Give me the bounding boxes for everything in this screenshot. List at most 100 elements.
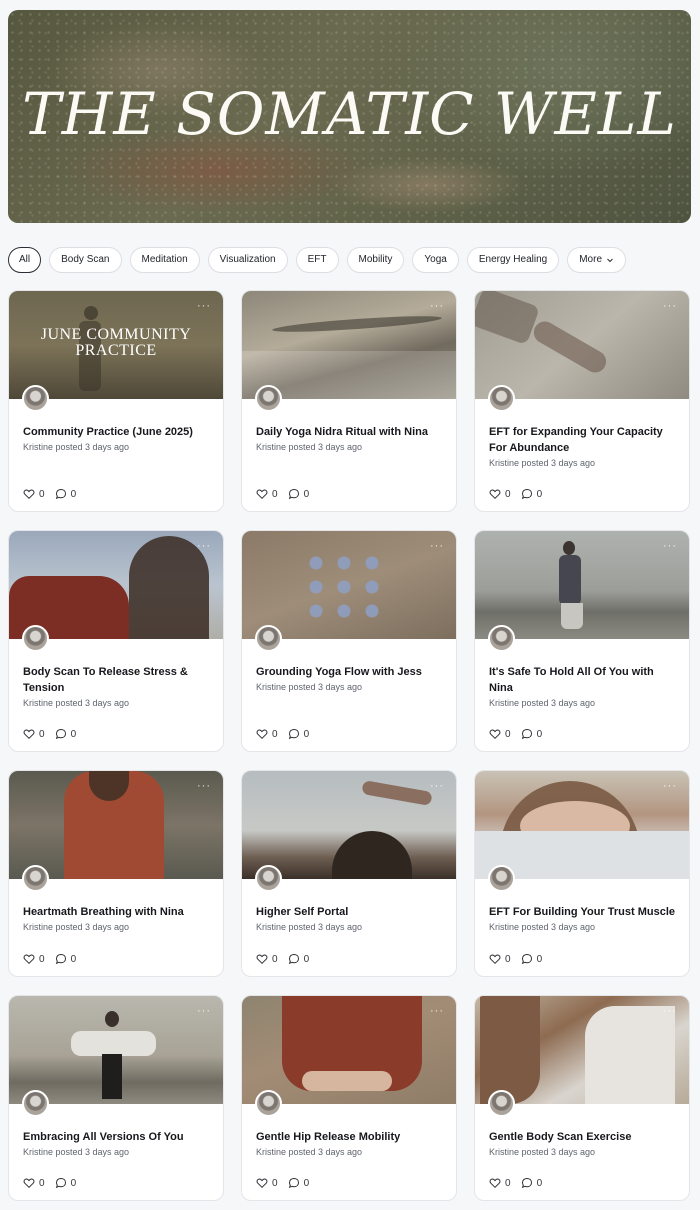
avatar[interactable] <box>488 625 515 652</box>
post-title[interactable]: Daily Yoga Nidra Ritual with Nina <box>256 424 444 440</box>
post-title[interactable]: It's Safe To Hold All Of You with Nina <box>489 664 677 696</box>
comment-button[interactable]: 0 <box>288 1177 309 1189</box>
post-thumbnail[interactable]: ··· <box>475 996 689 1104</box>
more-dots-icon[interactable]: ··· <box>663 541 677 552</box>
avatar[interactable] <box>22 1090 49 1117</box>
comment-button[interactable]: 0 <box>288 728 309 740</box>
like-button[interactable]: 0 <box>256 953 278 965</box>
comment-button[interactable]: 0 <box>288 953 309 965</box>
post-title[interactable]: Community Practice (June 2025) <box>23 424 211 440</box>
avatar[interactable] <box>255 865 282 892</box>
like-button[interactable]: 0 <box>256 1177 278 1189</box>
post-meta: Kristine posted 3 days ago <box>489 922 596 932</box>
avatar[interactable] <box>255 385 282 412</box>
post-thumbnail[interactable]: ··· <box>242 771 456 879</box>
post-title[interactable]: Gentle Hip Release Mobility <box>256 1129 444 1145</box>
like-button[interactable]: 0 <box>23 488 45 500</box>
post-title[interactable]: Gentle Body Scan Exercise <box>489 1129 677 1145</box>
like-button[interactable]: 0 <box>489 488 511 500</box>
post-thumbnail[interactable]: ··· <box>475 291 689 399</box>
comment-bubble-icon <box>55 488 67 500</box>
comment-button[interactable]: 0 <box>55 953 76 965</box>
heart-icon <box>256 953 268 965</box>
filter-chip-mobility[interactable]: Mobility <box>346 247 405 273</box>
more-dots-icon[interactable]: ··· <box>197 541 211 552</box>
post-thumbnail[interactable]: JUNE COMMUNITY PRACTICE ··· <box>9 291 223 399</box>
post-card[interactable]: ··· Gentle Hip Release Mobility Kristine p… <box>241 995 457 1201</box>
filter-chip-meditation[interactable]: Meditation <box>129 247 200 273</box>
post-thumbnail[interactable]: ··· <box>475 771 689 879</box>
post-thumbnail[interactable]: ··· <box>475 531 689 639</box>
post-title[interactable]: EFT for Expanding Your Capacity For Abun… <box>489 424 677 456</box>
post-title[interactable]: Embracing All Versions Of You <box>23 1129 211 1145</box>
post-card[interactable]: JUNE COMMUNITY PRACTICE ··· Community Prac… <box>8 290 224 512</box>
more-dots-icon[interactable]: ··· <box>430 781 444 792</box>
post-card[interactable]: ··· It's Safe To Hold All Of You with Nin… <box>474 530 690 752</box>
more-dots-icon[interactable]: ··· <box>197 781 211 792</box>
post-title[interactable]: EFT For Building Your Trust Muscle <box>489 904 677 920</box>
post-thumbnail[interactable]: ··· <box>242 291 456 399</box>
like-button[interactable]: 0 <box>489 953 511 965</box>
post-card[interactable]: ··· Grounding Yoga Flow with Jess Kristine… <box>241 530 457 752</box>
post-card[interactable]: ··· Embracing All Versions Of You Kristine… <box>8 995 224 1201</box>
avatar[interactable] <box>22 625 49 652</box>
like-button[interactable]: 0 <box>256 728 278 740</box>
comment-button[interactable]: 0 <box>288 488 309 500</box>
filter-more-dropdown[interactable]: More <box>567 247 627 273</box>
post-card[interactable]: ··· Gentle Body Scan Exercise Kristine pos… <box>474 995 690 1201</box>
like-button[interactable]: 0 <box>23 728 45 740</box>
like-button[interactable]: 0 <box>489 1177 511 1189</box>
avatar[interactable] <box>255 1090 282 1117</box>
comment-button[interactable]: 0 <box>55 728 76 740</box>
comment-button[interactable]: 0 <box>55 1177 76 1189</box>
post-thumbnail[interactable]: ··· <box>9 771 223 879</box>
post-card[interactable]: ··· Body Scan To Release Stress & Tension… <box>8 530 224 752</box>
like-button[interactable]: 0 <box>489 728 511 740</box>
post-title[interactable]: Higher Self Portal <box>256 904 444 920</box>
heart-icon <box>489 488 501 500</box>
post-thumbnail[interactable]: ··· <box>9 996 223 1104</box>
comment-button[interactable]: 0 <box>521 488 542 500</box>
post-title[interactable]: Heartmath Breathing with Nina <box>23 904 211 920</box>
post-card[interactable]: ··· Daily Yoga Nidra Ritual with Nina Kris… <box>241 290 457 512</box>
post-card[interactable]: ··· EFT for Expanding Your Capacity For A… <box>474 290 690 512</box>
filter-chip-visualization[interactable]: Visualization <box>207 247 288 273</box>
filter-chip-yoga[interactable]: Yoga <box>412 247 459 273</box>
comment-button[interactable]: 0 <box>521 953 542 965</box>
post-card[interactable]: ··· EFT For Building Your Trust Muscle Kri… <box>474 770 690 977</box>
post-title[interactable]: Grounding Yoga Flow with Jess <box>256 664 444 680</box>
post-title[interactable]: Body Scan To Release Stress & Tension <box>23 664 211 696</box>
filter-chip-all[interactable]: All <box>8 247 42 273</box>
comment-button[interactable]: 0 <box>55 488 76 500</box>
comment-button[interactable]: 0 <box>521 728 542 740</box>
avatar[interactable] <box>255 625 282 652</box>
filter-chip-energy-healing[interactable]: Energy Healing <box>466 247 560 273</box>
like-button[interactable]: 0 <box>23 1177 45 1189</box>
more-dots-icon[interactable]: ··· <box>197 1006 211 1017</box>
more-dots-icon[interactable]: ··· <box>430 1006 444 1017</box>
post-thumbnail[interactable]: ··· <box>242 996 456 1104</box>
avatar[interactable] <box>22 865 49 892</box>
comment-button[interactable]: 0 <box>521 1177 542 1189</box>
filter-chip-eft[interactable]: EFT <box>295 247 339 273</box>
avatar[interactable] <box>22 385 49 412</box>
more-dots-icon[interactable]: ··· <box>663 1006 677 1017</box>
comment-bubble-icon <box>521 488 533 500</box>
more-dots-icon[interactable]: ··· <box>663 301 677 312</box>
post-actions: 00 <box>23 1177 76 1189</box>
more-dots-icon[interactable]: ··· <box>197 301 211 312</box>
like-button[interactable]: 0 <box>23 953 45 965</box>
more-dots-icon[interactable]: ··· <box>663 781 677 792</box>
more-dots-icon[interactable]: ··· <box>430 301 444 312</box>
more-dots-icon[interactable]: ··· <box>430 541 444 552</box>
avatar[interactable] <box>488 865 515 892</box>
post-meta: Kristine posted 3 days ago <box>23 1147 130 1157</box>
post-thumbnail[interactable]: ··· <box>9 531 223 639</box>
avatar[interactable] <box>488 1090 515 1117</box>
like-button[interactable]: 0 <box>256 488 278 500</box>
post-card[interactable]: ··· Heartmath Breathing with Nina Kristine… <box>8 770 224 977</box>
filter-chip-body-scan[interactable]: Body Scan <box>49 247 122 273</box>
post-thumbnail[interactable]: ··· <box>242 531 456 639</box>
post-card[interactable]: ··· Higher Self Portal Kristine posted 3 d… <box>241 770 457 977</box>
avatar[interactable] <box>488 385 515 412</box>
